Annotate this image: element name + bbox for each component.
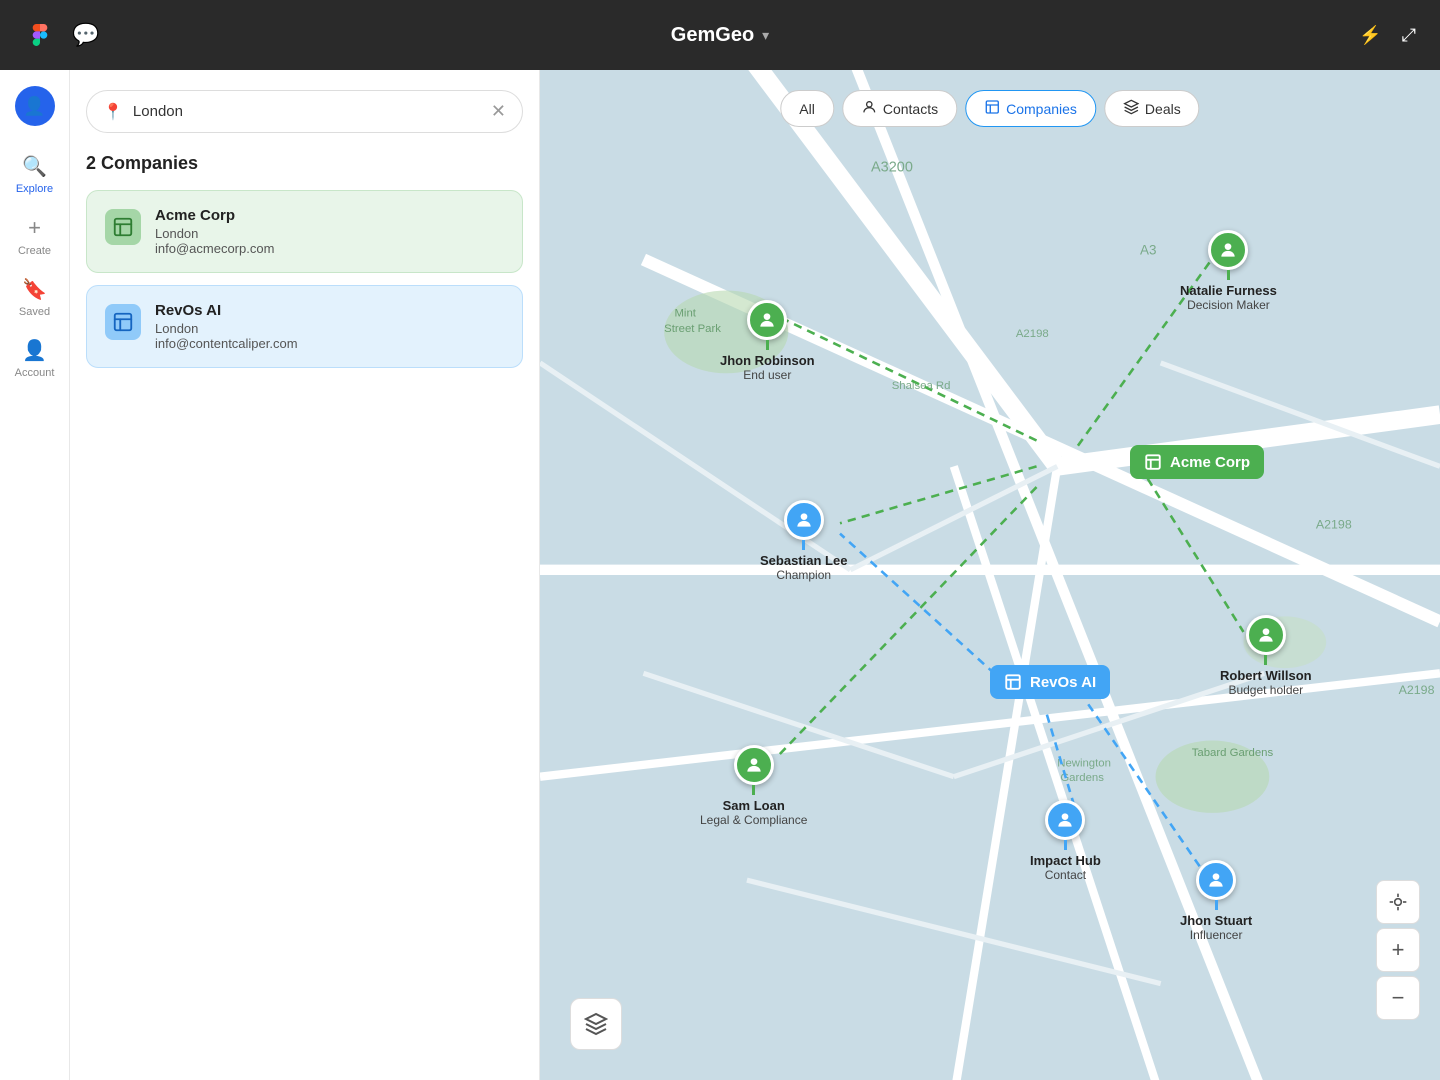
saved-icon: 🔖 — [22, 277, 47, 302]
tab-deals-label: Deals — [1145, 101, 1181, 117]
sidebar-item-saved[interactable]: 🔖 Saved — [5, 269, 65, 326]
svg-text:Tabard Gardens: Tabard Gardens — [1192, 747, 1274, 759]
map-area[interactable]: A3200 A3 A2198 A2198 A2198 Mint Street P… — [540, 70, 1440, 1080]
expand-icon[interactable]: ⤢ — [1402, 25, 1416, 46]
company-icon-acme — [105, 209, 141, 245]
app-title: GemGeo — [671, 24, 754, 47]
svg-text:Gardens: Gardens — [1060, 772, 1104, 784]
layer-button[interactable] — [570, 998, 622, 1050]
company-info-acme: Acme Corp London info@acmecorp.com — [155, 207, 274, 256]
dropdown-icon[interactable]: ▾ — [762, 27, 769, 44]
search-box: 📍 ✕ — [86, 90, 523, 133]
clear-search-button[interactable]: ✕ — [491, 101, 506, 122]
svg-text:Shalsea Rd: Shalsea Rd — [892, 380, 951, 392]
icon-sidebar: 👤 🔍 Explore + Create 🔖 Saved 👤 Account — [0, 70, 70, 1080]
search-panel: 📍 ✕ 2 Companies Acme Corp London info@ac… — [70, 70, 540, 1080]
search-input[interactable] — [133, 103, 481, 120]
tab-contacts[interactable]: Contacts — [842, 90, 957, 127]
company-card-inner-revos: RevOs AI London info@contentcaliper.com — [105, 302, 504, 351]
tab-deals[interactable]: Deals — [1104, 90, 1200, 127]
tab-all-label: All — [799, 101, 815, 117]
company-card-inner-acme: Acme Corp London info@acmecorp.com — [105, 207, 504, 256]
tab-all[interactable]: All — [780, 90, 834, 127]
topbar: 💬 GemGeo ▾ ⚡ ⤢ — [0, 0, 1440, 70]
tab-companies[interactable]: Companies — [965, 90, 1096, 127]
sidebar-item-explore[interactable]: 🔍 Explore — [5, 146, 65, 203]
map-background: A3200 A3 A2198 A2198 A2198 Mint Street P… — [540, 70, 1440, 1080]
svg-text:A2198: A2198 — [1316, 517, 1352, 531]
company-name-revos: RevOs AI — [155, 302, 298, 319]
sidebar-item-create-label: Create — [18, 245, 51, 257]
company-card-acme[interactable]: Acme Corp London info@acmecorp.com — [86, 190, 523, 273]
tab-companies-label: Companies — [1006, 101, 1077, 117]
topbar-center: GemGeo ▾ — [671, 24, 769, 47]
svg-text:A2198: A2198 — [1016, 328, 1049, 340]
companies-icon — [984, 99, 1000, 118]
svg-text:A2198: A2198 — [1399, 683, 1435, 697]
main-layout: 👤 🔍 Explore + Create 🔖 Saved 👤 Account 📍… — [0, 70, 1440, 1080]
account-icon: 👤 — [22, 338, 47, 363]
svg-text:Mint: Mint — [674, 307, 696, 319]
sidebar-item-explore-label: Explore — [16, 183, 53, 195]
results-title: 2 Companies — [86, 153, 523, 174]
sidebar-item-create[interactable]: + Create — [5, 207, 65, 265]
company-name-acme: Acme Corp — [155, 207, 274, 224]
company-city-acme: London — [155, 226, 274, 241]
chat-icon[interactable]: 💬 — [72, 22, 99, 48]
locate-button[interactable] — [1376, 880, 1420, 924]
svg-text:A3200: A3200 — [871, 160, 913, 176]
map-tabs: All Contacts Companies Deals — [780, 90, 1199, 127]
topbar-right: ⚡ ⤢ — [1359, 25, 1416, 46]
company-city-revos: London — [155, 321, 298, 336]
zoom-out-button[interactable]: − — [1376, 976, 1420, 1020]
company-info-revos: RevOs AI London info@contentcaliper.com — [155, 302, 298, 351]
svg-text:Street Park: Street Park — [664, 323, 721, 335]
svg-text:Newington: Newington — [1057, 757, 1111, 769]
sidebar-item-account[interactable]: 👤 Account — [5, 330, 65, 387]
company-card-revos[interactable]: RevOs AI London info@contentcaliper.com — [86, 285, 523, 368]
create-icon: + — [28, 215, 41, 241]
figma-icon[interactable] — [24, 19, 56, 51]
svg-text:A3: A3 — [1140, 242, 1156, 257]
contacts-icon — [861, 99, 877, 118]
topbar-left: 💬 — [24, 19, 99, 51]
sidebar-item-saved-label: Saved — [19, 306, 50, 318]
location-pin-icon: 📍 — [103, 102, 123, 122]
explore-icon: 🔍 — [22, 154, 47, 179]
zoom-in-button[interactable]: + — [1376, 928, 1420, 972]
avatar: 👤 — [15, 86, 55, 126]
company-email-acme: info@acmecorp.com — [155, 241, 274, 256]
map-controls: + − — [1376, 880, 1420, 1020]
filter-icon[interactable]: ⚡ — [1359, 25, 1381, 46]
company-email-revos: info@contentcaliper.com — [155, 336, 298, 351]
sidebar-item-account-label: Account — [15, 367, 55, 379]
deals-icon — [1123, 99, 1139, 118]
company-icon-revos — [105, 304, 141, 340]
tab-contacts-label: Contacts — [883, 101, 938, 117]
